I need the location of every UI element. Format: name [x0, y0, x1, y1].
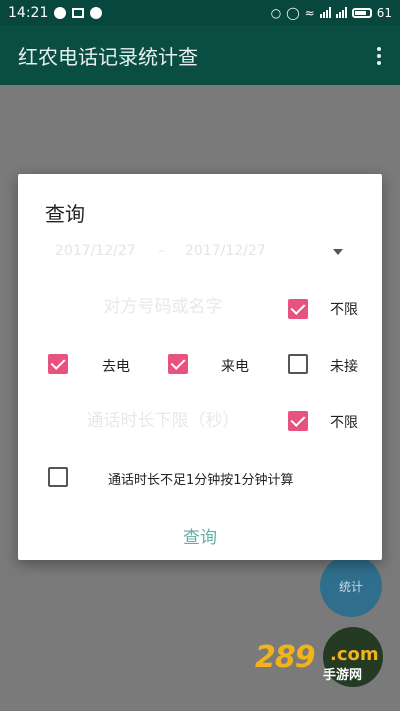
duration-min-input[interactable] [48, 406, 278, 436]
date-separator: – [158, 243, 165, 259]
dialog-title: 查询 [45, 202, 85, 226]
watermark-domain: .com [330, 644, 379, 665]
outgoing-checkbox[interactable] [48, 354, 68, 374]
missed-checkbox[interactable] [288, 354, 308, 374]
more-options-icon[interactable] [376, 47, 382, 65]
incoming-label: 来电 [221, 359, 249, 375]
signal-icon-2 [335, 7, 347, 18]
name-unlimited-checkbox[interactable] [288, 299, 308, 319]
query-dialog: 查询 2017/12/27 – 2017/12/27 不限 去电 来电 未接 不… [18, 174, 382, 560]
stats-fab-button[interactable]: 统计 [320, 555, 382, 617]
headset-icon: ○ [270, 5, 282, 20]
signal-icon [319, 7, 331, 18]
watermark-logo: 289 .com 手游网 [255, 640, 390, 685]
outgoing-label: 去电 [102, 359, 130, 375]
round-minute-checkbox[interactable] [48, 467, 68, 487]
name-unlimited-label: 不限 [330, 302, 358, 318]
app-title: 红农电话记录统计查 [18, 44, 198, 69]
app-bar: 红农电话记录统计查 [0, 25, 400, 85]
date-start-field[interactable]: 2017/12/27 [55, 243, 136, 259]
date-end-field[interactable]: 2017/12/27 [185, 243, 266, 259]
duration-unlimited-checkbox[interactable] [288, 411, 308, 431]
image-notification-icon [72, 7, 85, 18]
alarm-icon: ◯ [286, 5, 300, 20]
date-dropdown-icon[interactable] [333, 249, 343, 255]
battery-icon [351, 7, 372, 18]
watermark-brand: 289 [255, 640, 316, 675]
watermark-sub: 手游网 [323, 668, 363, 683]
query-button[interactable]: 查询 [168, 522, 232, 548]
round-minute-label: 通话时长不足1分钟按1分钟计算 [108, 473, 294, 488]
duration-unlimited-label: 不限 [330, 415, 358, 431]
check-notification-icon [90, 6, 103, 19]
notification-icon [54, 6, 67, 19]
name-or-number-input[interactable] [48, 292, 278, 322]
incoming-checkbox[interactable] [168, 354, 188, 374]
stats-fab-label: 统计 [338, 579, 363, 594]
missed-label: 未接 [330, 359, 358, 375]
battery-level: 61 [376, 5, 392, 20]
status-time: 14:21 [8, 4, 49, 21]
wifi-icon: ≈ [304, 5, 315, 20]
status-bar: 14:21 ○ ◯ ≈ 61 [0, 0, 400, 25]
